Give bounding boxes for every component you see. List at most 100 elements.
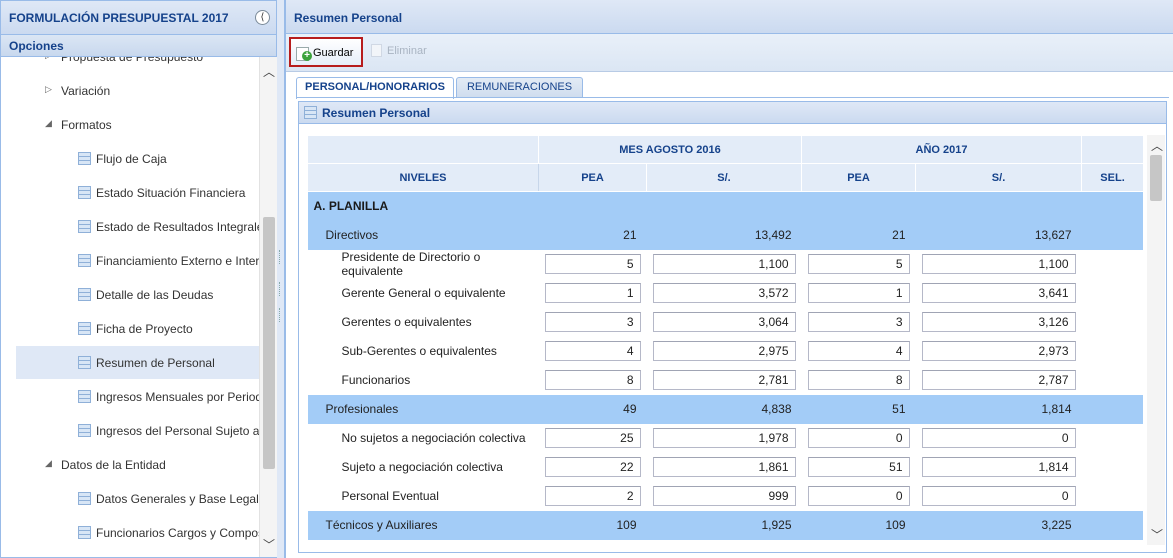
pea-2016-input[interactable]: 22	[544, 457, 641, 477]
triangle-right-icon[interactable]: ▷	[45, 84, 52, 95]
pea-2017-total: 21	[801, 220, 916, 250]
select-cell[interactable]	[1081, 423, 1143, 453]
pea-2017-input[interactable]: 4	[807, 341, 910, 361]
column-header-pea-2017[interactable]: PEA	[801, 163, 917, 192]
grid-icon	[78, 254, 91, 267]
table-row[interactable]: No sujetos a negociación colectiva 25 1,97…	[307, 423, 1143, 453]
table-row[interactable]: Técnicos y Auxiliares 109 1,925 109 3,225	[307, 510, 1143, 540]
scroll-down-icon[interactable]: ﹀	[1151, 526, 1163, 543]
tab-remuneraciones[interactable]: REMUNERACIONES	[456, 77, 583, 98]
tree-item[interactable]: Resumen de Personal	[16, 346, 259, 379]
table-row[interactable]: Gerentes o equivalentes 3 3,064 3 3,126	[307, 307, 1143, 337]
triangle-down-icon[interactable]: ◢	[45, 458, 52, 469]
soles-2017-input[interactable]: 0	[921, 486, 1076, 506]
tree-item[interactable]: Ficha de Proyecto	[1, 312, 259, 345]
table-row[interactable]: Directivos 21 13,492 21 13,627	[307, 220, 1143, 250]
tree-item[interactable]: ▷ Variación	[1, 74, 259, 107]
select-cell[interactable]	[1081, 365, 1143, 395]
tree-item[interactable]: Estado Situación Financiera	[1, 176, 259, 209]
collapse-panel-button[interactable]: ⟨	[255, 10, 270, 25]
pea-2017-input[interactable]: 5	[807, 254, 910, 274]
select-cell[interactable]	[1081, 452, 1143, 482]
tree-item[interactable]: Datos Generales y Base Legal	[1, 482, 259, 515]
scroll-up-icon[interactable]: ︿	[1151, 137, 1163, 154]
table-row[interactable]: Funcionarios 8 2,781 8 2,787	[307, 365, 1143, 395]
pea-2016-input[interactable]: 5	[544, 254, 641, 274]
tree-item[interactable]: Funcionarios Cargos y Composic	[1, 516, 259, 549]
tree-item[interactable]: ▷ Propuesta de Presupuesto	[1, 57, 259, 73]
soles-2016-input[interactable]: 2,975	[652, 341, 796, 361]
column-header-niveles[interactable]: NIVELES	[307, 163, 539, 192]
select-cell[interactable]	[1081, 394, 1143, 424]
column-header-sel[interactable]: SEL.	[1081, 163, 1143, 192]
column-header-soles-2017[interactable]: S/.	[915, 163, 1083, 192]
tree-item[interactable]: Ingresos del Personal Sujeto a C	[1, 414, 259, 447]
soles-2017-input[interactable]: 1,100	[921, 254, 1076, 274]
pea-2017-input[interactable]: 51	[807, 457, 910, 477]
select-cell[interactable]	[1081, 307, 1143, 337]
soles-2017-input[interactable]: 2,787	[921, 370, 1076, 390]
table-row[interactable]: Gerente General o equivalente 1 3,572 1 3,64…	[307, 278, 1143, 308]
column-header-pea-2016[interactable]: PEA	[538, 163, 647, 192]
table-row[interactable]: Sub-Gerentes o equivalentes 4 2,975 4 2,973	[307, 336, 1143, 366]
pea-2017-input[interactable]: 0	[807, 428, 910, 448]
scroll-up-icon[interactable]: ︿	[263, 63, 275, 80]
scroll-thumb[interactable]	[263, 217, 275, 469]
table-row[interactable]: Personal Eventual 2 999 0 0	[307, 481, 1143, 511]
pea-2017-input[interactable]: 0	[807, 486, 910, 506]
soles-2017-input[interactable]: 1,814	[921, 457, 1076, 477]
tree-item[interactable]: Flujo de Caja	[1, 142, 259, 175]
soles-2016-input[interactable]: 999	[652, 486, 796, 506]
soles-2017-input[interactable]: 3,641	[921, 283, 1076, 303]
soles-2017-input[interactable]: 0	[921, 428, 1076, 448]
table-row[interactable]: Profesionales 49 4,838 51 1,814	[307, 394, 1143, 424]
triangle-right-icon[interactable]: ▷	[45, 57, 52, 61]
soles-2017-input[interactable]: 3,126	[921, 312, 1076, 332]
panel-splitter[interactable]	[277, 0, 285, 558]
pea-2016-input[interactable]: 25	[544, 428, 641, 448]
save-button[interactable]: Guardar	[289, 37, 363, 67]
blank-header	[1081, 135, 1143, 164]
soles-2016-input[interactable]: 1,861	[652, 457, 796, 477]
pea-2016-input[interactable]: 1	[544, 283, 641, 303]
pea-2016-input[interactable]: 8	[544, 370, 641, 390]
soles-2017-input[interactable]: 2,973	[921, 341, 1076, 361]
pea-2016-input[interactable]: 4	[544, 341, 641, 361]
soles-2016-input[interactable]: 1,978	[652, 428, 796, 448]
tree-item[interactable]: Financiamiento Externo e Interno	[1, 244, 259, 277]
select-cell[interactable]	[1081, 510, 1143, 540]
pea-2017-input[interactable]: 3	[807, 312, 910, 332]
table-row[interactable]: Presidente de Directorio o equivalente 5 1…	[307, 249, 1143, 279]
tree-item[interactable]: Detalle de las Deudas	[1, 278, 259, 311]
tree-item[interactable]: Estado de Resultados Integrales	[1, 210, 259, 243]
table-row[interactable]: Sujeto a negociación colectiva 22 1,861 51 1…	[307, 452, 1143, 482]
soles-2016-input[interactable]: 1,100	[652, 254, 796, 274]
tab-personal-honorarios[interactable]: PERSONAL/HONORARIOS	[296, 77, 454, 99]
group-header-anio-2017: AÑO 2017	[801, 135, 1083, 164]
soles-2016-input[interactable]: 3,572	[652, 283, 796, 303]
delete-button[interactable]: Eliminar	[371, 42, 441, 62]
select-cell[interactable]	[1081, 220, 1143, 250]
opciones-header: Opciones	[1, 35, 276, 57]
select-cell[interactable]	[1081, 336, 1143, 366]
tree-item[interactable]: ◢ Datos de la Entidad	[1, 448, 259, 481]
soles-2016-input[interactable]: 2,781	[652, 370, 796, 390]
soles-2016-input[interactable]: 3,064	[652, 312, 796, 332]
tree-item[interactable]: ◢ Formatos	[1, 108, 259, 141]
pea-2017-input[interactable]: 8	[807, 370, 910, 390]
tree-scrollbar[interactable]: ︿ ﹀	[259, 57, 277, 557]
grid-icon	[78, 390, 91, 403]
pea-2016-input[interactable]: 3	[544, 312, 641, 332]
select-cell[interactable]	[1081, 249, 1143, 279]
triangle-down-icon[interactable]: ◢	[45, 118, 52, 129]
select-cell[interactable]	[1081, 278, 1143, 308]
select-cell[interactable]	[1081, 481, 1143, 511]
scroll-down-icon[interactable]: ﹀	[263, 536, 275, 553]
pea-2016-input[interactable]: 2	[544, 486, 641, 506]
scroll-thumb[interactable]	[1150, 155, 1162, 201]
grid-scrollbar[interactable]: ︿ ﹀	[1147, 135, 1165, 545]
pea-2017-input[interactable]: 1	[807, 283, 910, 303]
tree-item[interactable]: Ingresos Mensuales por Periodo	[1, 380, 259, 413]
table-row[interactable]: A. PLANILLA	[307, 191, 1143, 221]
column-header-soles-2016[interactable]: S/.	[645, 163, 803, 192]
